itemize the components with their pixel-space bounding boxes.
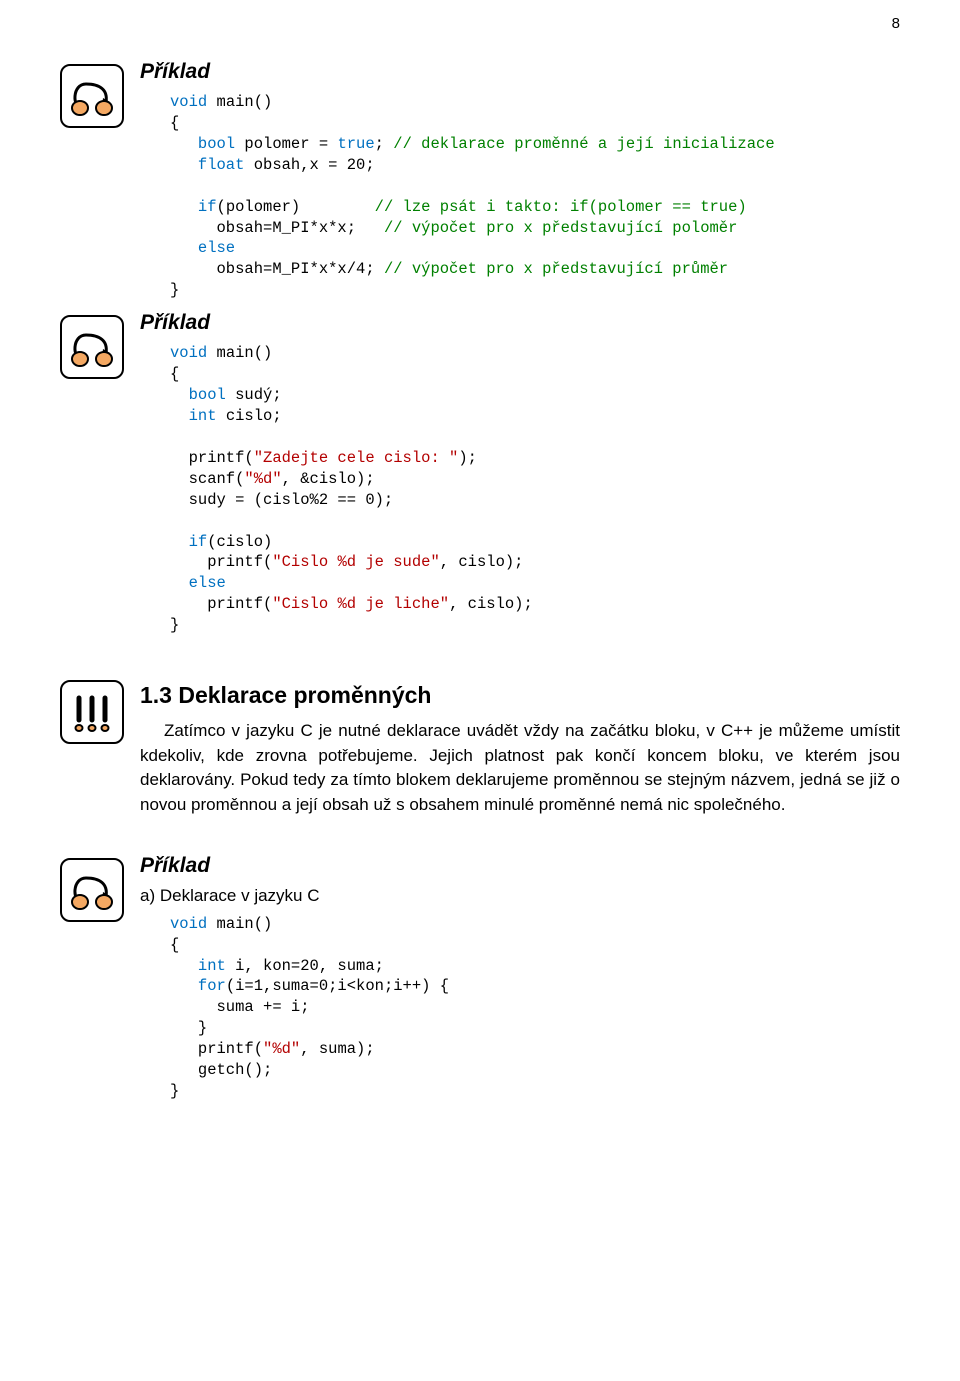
code-block: void main() { int i, kon=20, suma; for(i… — [140, 914, 900, 1102]
code-block: void main() { bool polomer = true; // de… — [140, 92, 900, 301]
warning-icon — [60, 680, 124, 744]
page-number: 8 — [892, 15, 900, 32]
example-heading: Příklad — [140, 311, 900, 335]
tour-icon — [60, 64, 124, 128]
example-heading: Příklad — [140, 854, 900, 878]
section-heading: 1.3 Deklarace proměnných — [140, 682, 900, 709]
body-text: Zatímco v jazyku C je nutné deklarace uv… — [140, 719, 900, 818]
tour-icon — [60, 315, 124, 379]
example-subtitle: a) Deklarace v jazyku C — [140, 886, 900, 906]
tour-icon — [60, 858, 124, 922]
example-heading: Příklad — [140, 60, 900, 84]
code-block: void main() { bool sudý; int cislo; prin… — [140, 343, 900, 636]
